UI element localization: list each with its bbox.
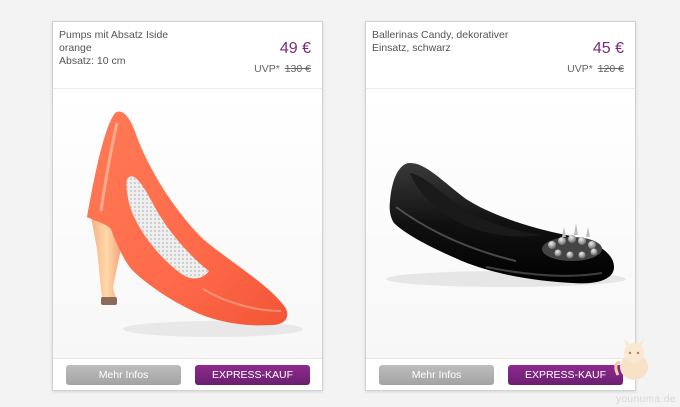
original-price: 130 € — [284, 63, 311, 75]
product-title-line: orange — [59, 42, 92, 54]
product-info: Pumps mit Absatz Iside orange Absatz: 10… — [53, 22, 322, 89]
more-info-button[interactable]: Mehr Infos — [66, 365, 181, 385]
product-title[interactable]: Ballerinas Candy, dekorativer Einsatz, s… — [372, 29, 522, 55]
product-title-line: Einsatz, schwarz — [372, 42, 451, 54]
product-title-line: Ballerinas Candy, dekorativer — [372, 29, 509, 41]
product-price: 45 € — [592, 40, 624, 57]
uvp-price: UVP* 120 € — [567, 63, 624, 75]
product-image[interactable] — [366, 89, 635, 360]
uvp-label: UVP* — [567, 63, 593, 75]
stud-ornament — [542, 223, 602, 261]
product-title[interactable]: Pumps mit Absatz Iside orange Absatz: 10… — [59, 29, 209, 68]
uvp-label: UVP* — [254, 63, 280, 75]
express-buy-button[interactable]: EXPRESS-KAUF — [195, 365, 310, 385]
more-info-button[interactable]: Mehr Infos — [379, 365, 494, 385]
product-price: 49 € — [279, 40, 311, 57]
product-actions: Mehr Infos EXPRESS-KAUF — [366, 358, 635, 390]
product-title-line: Pumps mit Absatz Iside — [59, 29, 169, 41]
orange-pump-shoe — [87, 111, 303, 337]
product-title-line: Absatz: 10 cm — [59, 55, 126, 67]
product-card: Pumps mit Absatz Iside orange Absatz: 10… — [52, 21, 323, 391]
express-buy-button[interactable]: EXPRESS-KAUF — [508, 365, 623, 385]
product-image[interactable] — [53, 89, 322, 360]
product-info: Ballerinas Candy, dekorativer Einsatz, s… — [366, 22, 635, 89]
black-ballerina-shoe — [386, 163, 626, 287]
product-actions: Mehr Infos EXPRESS-KAUF — [53, 358, 322, 390]
uvp-price: UVP* 130 € — [254, 63, 311, 75]
original-price: 120 € — [597, 63, 624, 75]
product-card: Ballerinas Candy, dekorativer Einsatz, s… — [365, 21, 636, 391]
watermark: younuma.de — [615, 394, 676, 405]
mascot-icon — [614, 339, 648, 380]
